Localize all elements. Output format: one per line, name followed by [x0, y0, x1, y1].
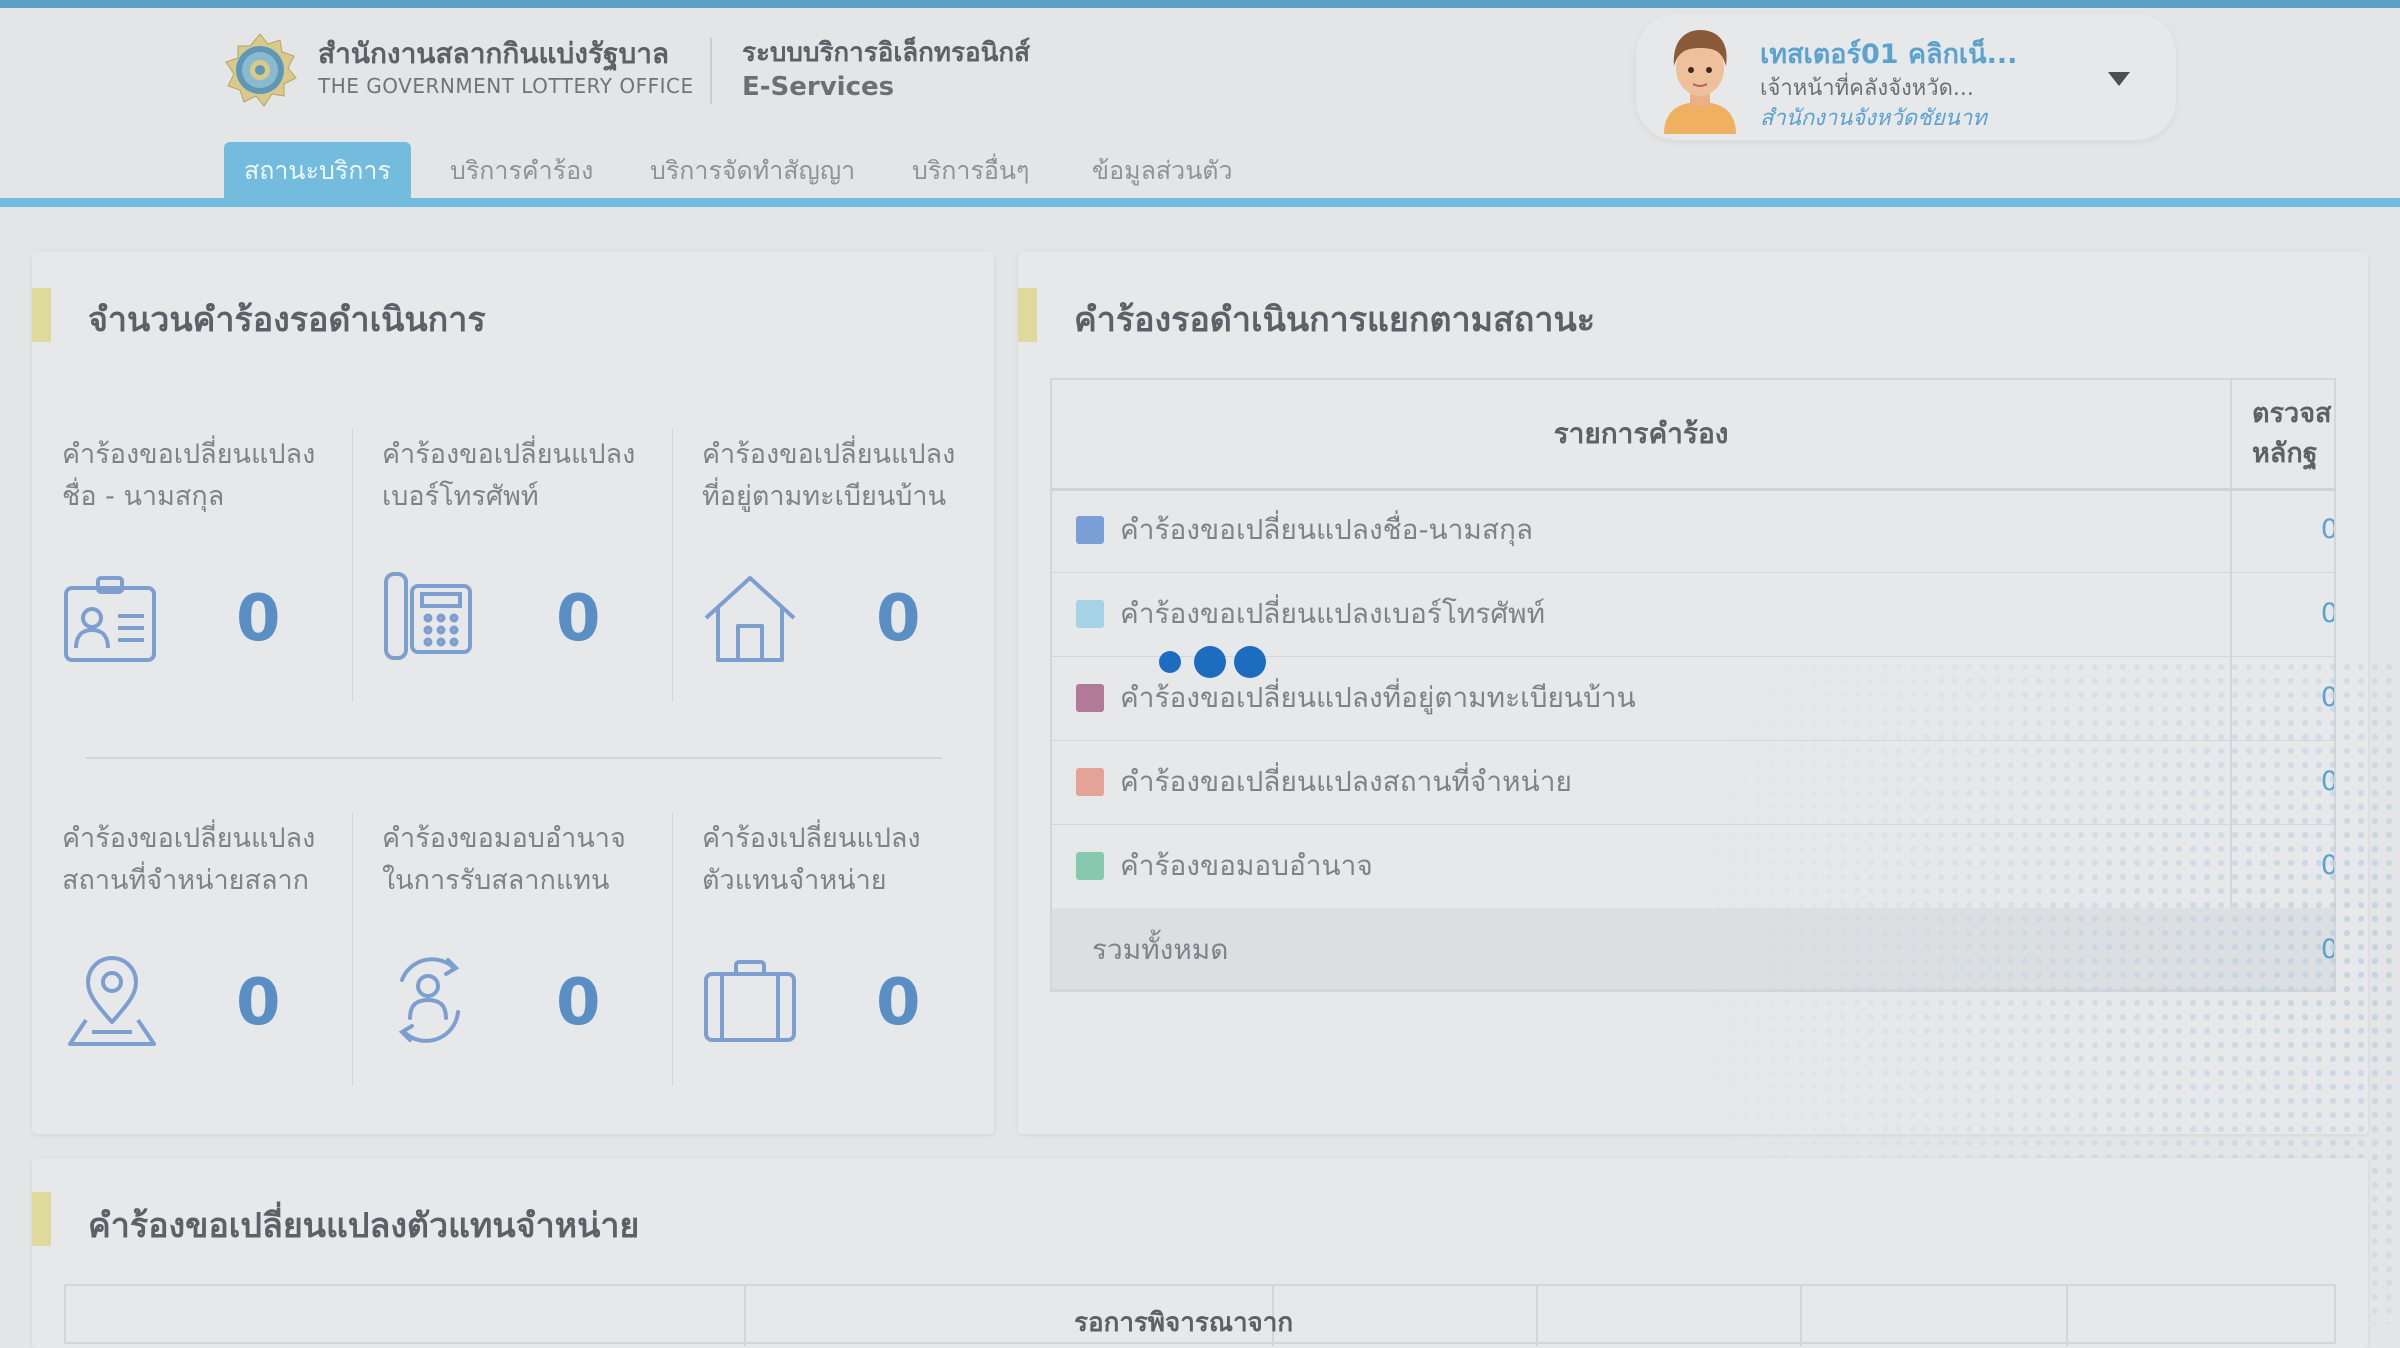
top-accent-bar: [0, 0, 2400, 8]
row-label: คำร้องขอเปลี่ยนแปลงสถานที่จำหน่าย: [1120, 765, 1572, 798]
chevron-down-icon[interactable]: [2108, 72, 2130, 86]
column-separator: [1536, 1286, 1538, 1346]
row-divider: [86, 757, 942, 759]
legend-swatch: [1076, 852, 1104, 880]
panel-accent: [32, 288, 51, 342]
legend-swatch: [1076, 684, 1104, 712]
panel-title: จำนวนคำร้องรอดำเนินการ: [88, 300, 486, 340]
system-name-thai: ระบบบริการอิเล็กทรอนิกส์: [742, 38, 1030, 68]
nav-underline: [0, 198, 2400, 207]
column-divider: [672, 428, 673, 702]
legend-swatch: [1076, 516, 1104, 544]
column-header-pending-review: รอการพิจารณาจาก: [1074, 1308, 1294, 1338]
legend-swatch: [1076, 600, 1104, 628]
agent-change-table: รอการพิจารณาจาก: [64, 1284, 2336, 1346]
user-name[interactable]: เทสเตอร์01 คลิกเน็...: [1760, 32, 2017, 75]
panel-accent: [32, 1192, 51, 1246]
tab-service-status[interactable]: สถานะบริการ: [224, 142, 411, 200]
panel-accent: [1018, 288, 1037, 342]
column-separator: [1800, 1286, 1802, 1346]
column-separator: [744, 1286, 746, 1346]
user-exchange-icon: [398, 957, 460, 1043]
column-header-document-check: ตรวจส หลักฐ: [2252, 398, 2332, 469]
stat-label: คำร้องขอมอบอำนาจ ในการรับสลากแทน: [382, 823, 626, 896]
stat-label: คำร้องขอเปลี่ยนแปลง สถานที่จำหน่ายสลาก: [62, 823, 316, 896]
stat-value: 0: [236, 582, 281, 656]
org-name-english: THE GOVERNMENT LOTTERY OFFICE: [318, 74, 694, 98]
gov-lottery-logo[interactable]: [222, 32, 298, 108]
stat-value: 0: [876, 966, 921, 1040]
row-label: คำร้องขอเปลี่ยนแปลงชื่อ-นามสกุล: [1120, 513, 1534, 546]
loading-spinner-icon: [1159, 646, 1266, 678]
tab-other-services[interactable]: บริการอื่นๆ: [912, 142, 1029, 200]
tab-contract-services[interactable]: บริการจัดทำสัญญา: [650, 142, 855, 200]
column-divider: [352, 428, 353, 702]
map-pin-icon: [68, 956, 156, 1046]
org-name-thai: สำนักงานสลากกินแบ่งรัฐบาล: [318, 37, 670, 70]
total-label: รวมทั้งหมด: [1092, 933, 1229, 966]
pending-requests-panel: จำนวนคำร้องรอดำเนินการ คำร้องขอเปลี่ยนแป…: [32, 252, 994, 1134]
legend-swatch: [1076, 768, 1104, 796]
panel-title: คำร้องขอเปลี่ยนแปลงตัวแทนจำหน่าย: [88, 1206, 640, 1246]
stat-label: คำร้องขอเปลี่ยนแปลง เบอร์โทรศัพท์: [382, 439, 636, 512]
briefcase-icon: [704, 960, 796, 1042]
row-value[interactable]: 0: [2232, 488, 2334, 572]
header-divider: [710, 38, 712, 104]
stat-label: คำร้องขอเปลี่ยนแปลง ชื่อ - นามสกุล: [62, 439, 316, 512]
panel-title: คำร้องรอดำเนินการแยกตามสถานะ: [1074, 300, 1595, 340]
tab-profile[interactable]: ข้อมูลส่วนตัว: [1092, 142, 1233, 200]
stat-value: 0: [556, 582, 601, 656]
column-divider: [352, 812, 353, 1086]
telephone-icon: [384, 572, 472, 660]
stat-label: คำร้องขอเปลี่ยนแปลง ที่อยู่ตามทะเบียนบ้า…: [702, 439, 956, 512]
system-name-english: E-Services: [742, 72, 895, 102]
table-header: รายการคำร้อง ตรวจส หลักฐ: [1052, 380, 2334, 491]
row-label: คำร้องขอมอบอำนาจ: [1120, 849, 1373, 882]
table-row[interactable]: คำร้องขอเปลี่ยนแปลงชื่อ-นามสกุล 0: [1052, 488, 2334, 573]
id-card-icon: [64, 576, 156, 662]
house-icon: [704, 576, 796, 662]
stat-label: คำร้องเปลี่ยนแปลง ตัวแทนจำหน่าย: [702, 823, 921, 896]
stat-value: 0: [876, 582, 921, 656]
stat-value: 0: [556, 966, 601, 1040]
column-divider: [672, 812, 673, 1086]
tab-request-services[interactable]: บริการคำร้อง: [450, 142, 593, 200]
user-office: สำนักงานจังหวัดชัยนาท: [1760, 106, 1987, 131]
stat-value: 0: [236, 966, 281, 1040]
column-header-requests: รายการคำร้อง: [1553, 417, 1729, 450]
column-separator: [2066, 1286, 2068, 1346]
user-avatar: [1664, 30, 1736, 134]
row-value[interactable]: 0: [2232, 572, 2334, 656]
